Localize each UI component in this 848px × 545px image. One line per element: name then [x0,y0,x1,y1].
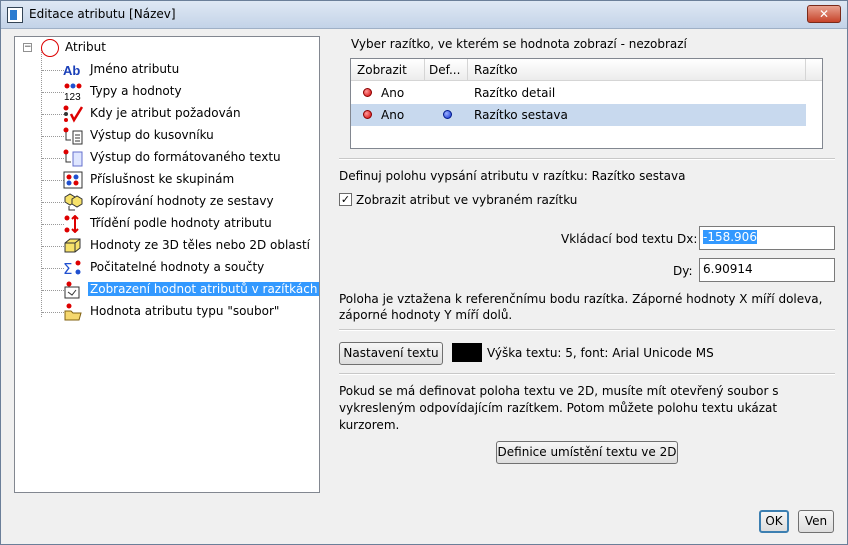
position-heading: Definuj polohu vypsání atributu v razítk… [339,169,686,183]
folder-icon [63,303,83,321]
show-in-stamp-label: Zobrazit atribut ve vybraném razítku [356,193,578,207]
tree-item-required[interactable]: Kdy je atribut požadován [15,103,319,125]
dy-label: Dy: [673,264,693,278]
groups-icon [63,171,83,189]
tree-item-formatted-text[interactable]: Výstup do formátovaného textu [15,147,319,169]
window-title: Editace atributu [Název] [29,7,176,21]
title-bar[interactable]: Editace atributu [Název] ✕ [1,1,847,29]
dy-input[interactable]: 6.90914 [699,258,835,282]
collapse-icon[interactable]: − [23,43,32,52]
tree-item-name[interactable]: Ab Jméno atributu [15,59,319,81]
stamp-icon [63,281,83,299]
table-row[interactable]: Ano Razítko detail [351,82,806,104]
default-dot-icon [443,110,452,119]
stamps-table[interactable]: Zobrazit Def... Razítko Ano Razítko deta… [350,58,823,149]
text-settings-info: Výška textu: 5, font: Arial Unicode MS [487,346,714,360]
define-2d-position-button[interactable]: Definice umístění textu ve 2D [496,441,678,464]
define2d-note-line3: kurzorem. [339,418,400,432]
tree-item-copy-value[interactable]: Kopírování hodnoty ze sestavy [15,191,319,213]
table-row[interactable]: Ano Razítko sestava [351,104,806,126]
tree-item-types[interactable]: 123 Typy a hodnoty [15,81,319,103]
sum-icon: Σ [63,259,83,278]
define2d-note-line2: vykresleným odpovídajícím razítkem. Poto… [339,401,778,415]
svg-text:Σ: Σ [63,260,72,277]
tree-item-file[interactable]: Hodnota atributu typu "soubor" [15,301,319,323]
column-show[interactable]: Zobrazit [357,63,407,77]
svg-text:Ab: Ab [63,63,80,78]
attribute-editor-window: Editace atributu [Název] ✕ − Atribut Ab … [0,0,848,545]
tree-item-sums[interactable]: Σ Počitatelné hodnoty a součty [15,257,319,279]
tree-root-label: Atribut [65,40,106,54]
stamps-table-header: Zobrazit Def... Razítko [351,59,822,81]
attribute-tree[interactable]: − Atribut Ab Jméno atributu 123 Typy a h… [14,36,320,493]
ok-button[interactable]: OK [759,510,789,533]
bom-output-icon [63,127,83,145]
text-settings-button[interactable]: Nastavení textu [339,342,443,365]
text-color-swatch [452,343,482,362]
divider [339,329,835,331]
close-button[interactable]: ✕ [807,5,841,23]
app-icon [7,7,23,23]
sort-icon [63,214,83,234]
red-dot-icon [363,110,372,119]
position-note-line1: Poloha je vztažena k referenčnímu bodu r… [339,292,823,306]
solid-icon [63,237,83,255]
required-icon [63,105,84,123]
show-in-stamp-checkbox[interactable]: ✓ [339,193,352,206]
define2d-note-line1: Pokud se má definovat poloha textu ve 2D… [339,384,779,398]
dx-input[interactable]: -158.906 [699,226,835,250]
types-icon: 123 [63,83,83,103]
formatted-text-icon [63,149,83,167]
position-note-line2: záporné hodnoty Y míří dolů. [339,308,513,322]
svg-text:123: 123 [64,92,81,101]
attribute-root-icon [41,39,59,57]
tree-item-sort[interactable]: Třídění podle hodnoty atributu [15,213,319,235]
red-dot-icon [363,88,372,97]
tree-item-stamps[interactable]: Zobrazení hodnot atributů v razítkách [15,279,320,301]
tree-root[interactable]: − Atribut [15,37,319,59]
column-default[interactable]: Def... [429,63,460,77]
ab-icon: Ab [63,61,83,79]
cancel-button[interactable]: Ven [798,510,834,533]
tree-item-groups[interactable]: Příslušnost ke skupinám [15,169,319,191]
tree-item-solids[interactable]: Hodnoty ze 3D těles nebo 2D oblastí [15,235,319,257]
divider [339,373,835,375]
divider [339,158,835,160]
stamps-heading: Vyber razítko, ve kterém se hodnota zobr… [351,37,687,51]
copy-value-icon [63,193,83,211]
tree-item-bom-output[interactable]: Výstup do kusovníku [15,125,319,147]
column-stamp[interactable]: Razítko [474,63,518,77]
dx-label: Vkládací bod textu Dx: [561,232,698,246]
